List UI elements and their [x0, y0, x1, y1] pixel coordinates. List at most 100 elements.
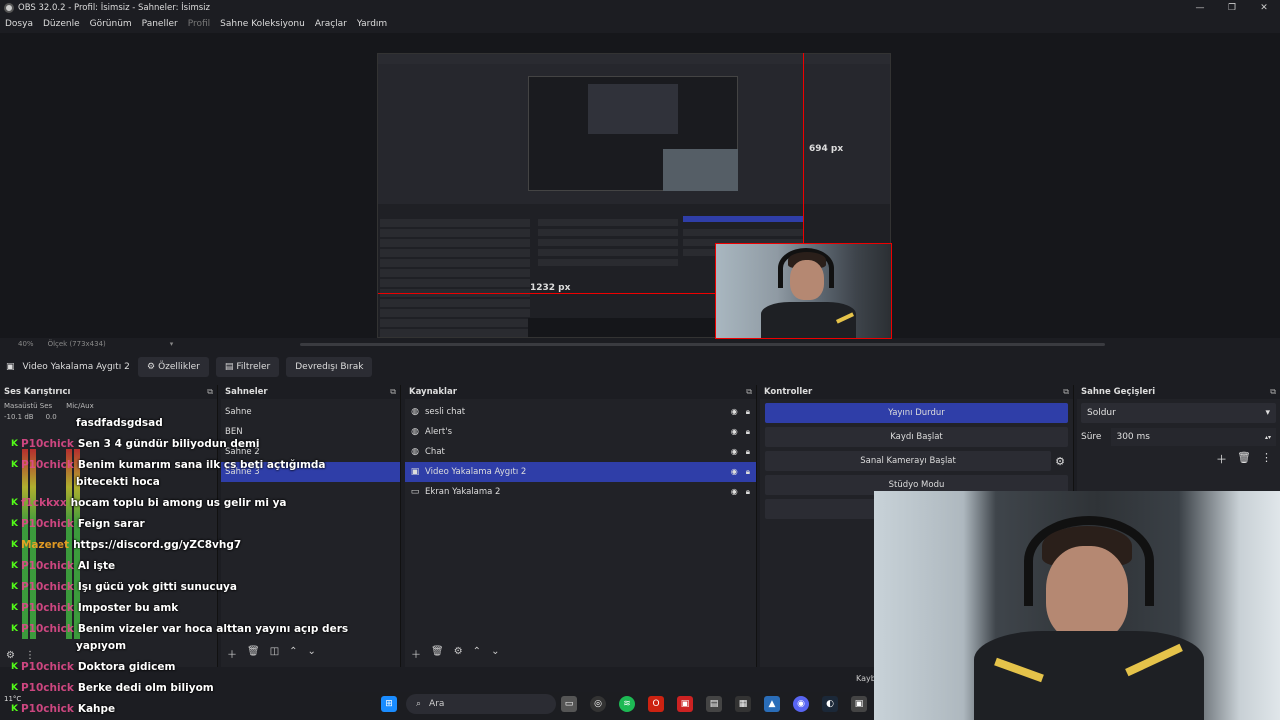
- menu-view[interactable]: Görünüm: [90, 19, 132, 29]
- source-name: sesli chat: [425, 407, 466, 417]
- dock-float-icon[interactable]: ⧉: [390, 387, 396, 397]
- move-down-icon[interactable]: ⌄: [491, 646, 499, 661]
- chat-line: yapıyom: [76, 640, 127, 652]
- lock-icon[interactable]: 🔒︎: [746, 487, 750, 497]
- start-virtual-camera-button[interactable]: Sanal Kamerayı Başlat: [765, 451, 1052, 471]
- source-properties-icon[interactable]: ⚙: [454, 646, 463, 661]
- filters-button[interactable]: ▤ Filtreler: [215, 357, 280, 377]
- selected-source-name: Video Yakalama Aygıtı 2: [22, 362, 130, 372]
- opera-gx-icon[interactable]: O: [648, 696, 664, 712]
- taskbar-search[interactable]: ⌕ Ara: [406, 694, 556, 714]
- steam-icon[interactable]: ◐: [822, 696, 838, 712]
- obs-taskbar-icon[interactable]: ◎: [590, 696, 606, 712]
- transition-menu-icon[interactable]: ⋮: [1261, 451, 1272, 467]
- source-item[interactable]: ◍ sesli chat ◉ 🔒︎: [405, 402, 756, 422]
- menu-edit[interactable]: Düzenle: [43, 19, 80, 29]
- dock-float-icon[interactable]: ⧉: [207, 387, 213, 397]
- chat-overlay: fasdfadsgdsad K P10chick Sen 3 4 gündür bi…: [0, 414, 348, 720]
- menu-scene-collection[interactable]: Sahne Koleksiyonu: [220, 19, 305, 29]
- search-placeholder: Ara: [429, 699, 445, 709]
- zoom-dropdown-icon[interactable]: ▾: [170, 340, 174, 348]
- menu-docks[interactable]: Paneller: [142, 19, 178, 29]
- eye-icon[interactable]: ◉: [731, 467, 738, 477]
- scale-label[interactable]: Ölçek (773x434): [48, 340, 106, 348]
- move-up-icon[interactable]: ⌃: [473, 646, 481, 661]
- search-icon: ⌕: [416, 699, 422, 709]
- minimize-button[interactable]: —: [1184, 0, 1216, 16]
- source-item[interactable]: ◍ Chat ◉ 🔒︎: [405, 442, 756, 462]
- kick-icon: K: [11, 519, 18, 529]
- menu-help[interactable]: Yardım: [357, 19, 387, 29]
- controls-title: Kontroller: [764, 387, 813, 397]
- kick-icon: K: [11, 498, 18, 508]
- chat-line: K P10chick Feign sarar: [11, 518, 145, 530]
- dock-float-icon[interactable]: ⧉: [1270, 387, 1276, 397]
- globe-icon: ◍: [411, 427, 419, 437]
- source-name: Alert's: [425, 427, 452, 437]
- photos-icon[interactable]: ▲: [764, 696, 780, 712]
- remove-source-icon[interactable]: 🗑: [431, 646, 444, 661]
- source-toolbar: ▣ Video Yakalama Aygıtı 2 ⚙ Özellikler ▤ F…: [0, 356, 1280, 378]
- discord-icon[interactable]: ◉: [793, 696, 809, 712]
- kick-icon: K: [11, 561, 18, 571]
- menu-profile[interactable]: Profil: [188, 19, 210, 29]
- properties-button[interactable]: ⚙ Özellikler: [138, 357, 209, 377]
- globe-icon: ◍: [411, 407, 419, 417]
- dock-float-icon[interactable]: ⧉: [1063, 387, 1069, 397]
- duration-value: 300 ms: [1116, 432, 1150, 442]
- source-item-selected[interactable]: ▣ Video Yakalama Aygıtı 2 ◉ 🔒︎: [405, 462, 756, 482]
- virtual-camera-settings-icon[interactable]: ⚙: [1055, 455, 1065, 468]
- lock-icon[interactable]: 🔒︎: [746, 427, 750, 437]
- source-item[interactable]: ▭ Ekran Yakalama 2 ◉ 🔒︎: [405, 482, 756, 502]
- weather-widget[interactable]: 11°C: [4, 695, 21, 703]
- selection-bounding-box[interactable]: [715, 243, 892, 339]
- deactivate-button[interactable]: Devredışı Bırak: [286, 357, 373, 377]
- lock-icon[interactable]: 🔒︎: [746, 467, 750, 477]
- calculator-icon[interactable]: ▦: [735, 696, 751, 712]
- filter-icon: ▤: [224, 362, 234, 372]
- add-transition-icon[interactable]: ＋: [1216, 451, 1227, 467]
- transition-type-value: Soldur: [1087, 408, 1116, 418]
- eye-icon[interactable]: ◉: [731, 407, 738, 417]
- lock-icon[interactable]: 🔒︎: [746, 447, 750, 457]
- zoom-level[interactable]: 40%: [18, 340, 34, 348]
- add-source-icon[interactable]: ＋: [411, 646, 421, 661]
- duration-spinbox[interactable]: 300 ms ▴▾: [1111, 428, 1276, 446]
- menu-tools[interactable]: Araçlar: [315, 19, 347, 29]
- chat-line: bitecekti hoca: [76, 476, 160, 488]
- transition-type-select[interactable]: Soldur ▾: [1081, 403, 1276, 423]
- spotify-icon[interactable]: ≋: [619, 696, 635, 712]
- task-view-icon[interactable]: ▭: [561, 696, 577, 712]
- stop-stream-button[interactable]: Yayını Durdur: [765, 403, 1068, 423]
- chat-line: K P10chick Işı gücü yok gitti sunucuya: [11, 581, 237, 593]
- eye-icon[interactable]: ◉: [731, 427, 738, 437]
- width-guide-label: 694 px: [809, 144, 844, 154]
- windows-start-icon[interactable]: ⊞: [381, 696, 397, 712]
- eye-icon[interactable]: ◉: [731, 447, 738, 457]
- menu-file[interactable]: Dosya: [5, 19, 33, 29]
- camera-icon: ▣: [410, 467, 420, 477]
- source-name: Ekran Yakalama 2: [425, 487, 501, 497]
- close-button[interactable]: ✕: [1248, 0, 1280, 16]
- maximize-button[interactable]: ❐: [1216, 0, 1248, 16]
- store-icon[interactable]: ▤: [706, 696, 722, 712]
- chevron-down-icon: ▾: [1265, 408, 1270, 418]
- webcam-overlay: [874, 491, 1280, 720]
- chat-line: Kf1ckkxx hocam toplu bi among us gelir mi…: [11, 497, 287, 509]
- kick-icon: K: [11, 439, 18, 449]
- app-icon[interactable]: ▣: [677, 696, 693, 712]
- source-item[interactable]: ◍ Alert's ◉ 🔒︎: [405, 422, 756, 442]
- chat-line: fasdfadsgdsad: [76, 417, 163, 429]
- lock-icon[interactable]: 🔒︎: [746, 407, 750, 417]
- obs-logo-icon: [4, 3, 14, 13]
- remove-transition-icon[interactable]: 🗑: [1237, 451, 1251, 467]
- eye-icon[interactable]: ◉: [731, 487, 738, 497]
- app-icon[interactable]: ▣: [851, 696, 867, 712]
- monitor-icon: ▭: [410, 487, 420, 497]
- source-name: Chat: [425, 447, 445, 457]
- spinner-arrows-icon: ▴▾: [1264, 433, 1271, 441]
- start-recording-button[interactable]: Kaydı Başlat: [765, 427, 1068, 447]
- dock-float-icon[interactable]: ⧉: [746, 387, 752, 397]
- preview-scrollbar[interactable]: [300, 343, 1105, 346]
- sources-title: Kaynaklar: [409, 387, 457, 397]
